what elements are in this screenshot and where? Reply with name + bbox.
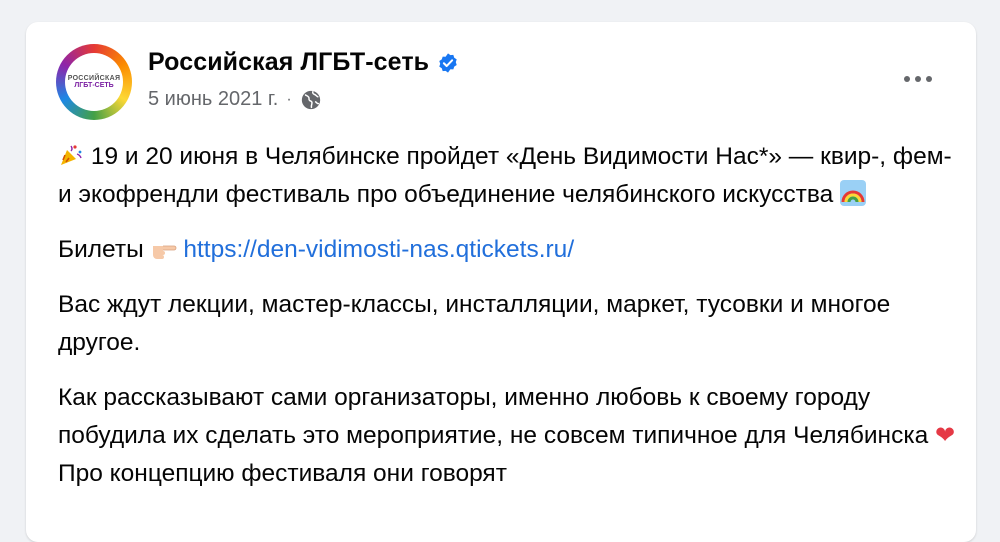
author-name-link[interactable]: Российская ЛГБТ-сеть (148, 48, 429, 77)
more-options-button[interactable] (898, 66, 938, 92)
party-popper-icon (61, 145, 82, 165)
avatar-logo-text-2: ЛГБТ-СЕТЬ (74, 82, 114, 89)
verified-badge-icon (439, 52, 457, 73)
post-paragraph: 19 и 20 июня в Челябинске пройдет «День … (58, 138, 958, 214)
author-row: Российская ЛГБТ-сеть (148, 48, 459, 77)
paragraph-4-continuation: Про концепцию фестиваля они говорят (58, 460, 507, 487)
more-options-icon-dot (926, 76, 932, 82)
tickets-link[interactable]: https://den-vidimosti-nas.qtickets.ru/ (183, 236, 574, 263)
page-avatar[interactable]: РОССИЙСКАЯ ЛГБТ-СЕТЬ (56, 44, 132, 120)
post-date-link[interactable]: 5 июнь 2021 г. (148, 88, 278, 111)
paragraph-4-text: Как рассказывают сами организаторы, имен… (58, 384, 929, 449)
globe-icon[interactable] (300, 89, 322, 111)
more-options-icon (904, 76, 910, 82)
paragraph-1-text: 19 и 20 июня в Челябинске пройдет «День … (58, 143, 952, 208)
post-card: РОССИЙСКАЯ ЛГБТ-СЕТЬ Российская ЛГБТ-сет… (26, 22, 976, 542)
more-options-icon-dot (915, 76, 921, 82)
meta-separator: · (286, 90, 292, 108)
rainbow-icon (840, 180, 867, 206)
avatar-logo: РОССИЙСКАЯ ЛГБТ-СЕТЬ (65, 53, 123, 111)
tickets-label: Билеты (58, 236, 144, 263)
avatar-logo-text-1: РОССИЙСКАЯ (67, 74, 121, 82)
heart-icon: ❤ (935, 422, 956, 449)
pointing-hand-icon (152, 245, 176, 259)
post-paragraph: Билеты https://den-vidimosti-nas.qticket… (58, 231, 958, 269)
post-text: 19 и 20 июня в Челябинске пройдет «День … (58, 138, 958, 510)
post-meta: 5 июнь 2021 г. · (148, 88, 322, 111)
post-paragraph: Как рассказывают сами организаторы, имен… (58, 379, 958, 493)
post-paragraph: Вас ждут лекции, мастер-классы, инсталля… (58, 286, 958, 362)
paragraph-3-text: Вас ждут лекции, мастер-классы, инсталля… (58, 291, 891, 356)
